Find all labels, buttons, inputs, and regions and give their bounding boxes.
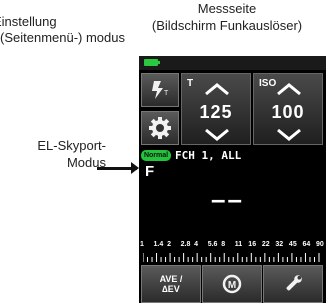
iso-label: ISO: [259, 78, 277, 89]
caption-top-line1: Einstellung: [0, 14, 57, 29]
iso-control[interactable]: ISO 100: [253, 73, 323, 145]
settings-button[interactable]: [141, 111, 179, 145]
shutter-speed-value: 125: [199, 102, 233, 122]
tools-button[interactable]: [263, 265, 323, 303]
caption-skyport-mode: EL-Skyport- Modus: [10, 137, 106, 171]
caption-top-line2: (Seitenmenü-) modus an.: [0, 30, 126, 45]
delta-ev-label: ∆EV: [162, 284, 180, 294]
aperture-scale-label: 90: [316, 241, 324, 248]
wrench-icon: [286, 275, 302, 291]
aperture-scale-label: 2.8: [180, 241, 191, 248]
status-bar: [139, 56, 326, 70]
meter-screen: T T 125 ISO 100 Normal FCH 1, ALL F –– 1…: [139, 56, 326, 303]
aperture-scale-label: 4: [194, 241, 199, 248]
aperture-scale-label: 16: [248, 241, 257, 248]
svg-text:M: M: [228, 280, 236, 291]
aperture-scale-labels: 1 1.4 2 2.8 4 5.6 8 11 16 22 32 45 64 90: [139, 241, 326, 251]
aperture-scale-label: 5.6: [207, 241, 218, 248]
aperture-scale-label: 11: [234, 241, 243, 248]
caption-skyport-line2: Modus: [66, 155, 106, 170]
iso-value: 100: [271, 102, 305, 122]
ave-label: AVE /: [159, 274, 183, 284]
aperture-scale-label: 8: [221, 241, 226, 248]
aperture-scale-label: 32: [275, 241, 284, 248]
caption-skyport-line1: EL-Skyport-: [37, 138, 106, 153]
svg-text:T: T: [164, 90, 169, 97]
channel-mode-label: FCH 1, ALL: [175, 149, 242, 162]
gear-icon: [149, 117, 171, 139]
caption-measure-page-title: Messseite: [197, 1, 257, 16]
aperture-scale-label: 1: [140, 241, 144, 248]
radio-trigger-button[interactable]: T: [141, 73, 179, 107]
aperture-scale-label: 64: [302, 241, 311, 248]
increase-shutter-icon[interactable]: [204, 82, 230, 96]
decrease-iso-icon[interactable]: [276, 128, 302, 142]
shutter-speed-control[interactable]: T 125: [181, 73, 251, 145]
shutter-speed-label: T: [187, 78, 194, 89]
aperture-scale-label: 22: [261, 241, 270, 248]
mode-badge: Normal: [141, 150, 171, 161]
memory-button[interactable]: M: [202, 265, 262, 303]
increase-iso-icon[interactable]: [276, 82, 302, 96]
decrease-shutter-icon[interactable]: [204, 128, 230, 142]
aperture-reading: ––: [211, 184, 244, 214]
memory-icon: M: [222, 274, 242, 294]
battery-icon: [144, 59, 160, 66]
aperture-scale-ticks: [143, 253, 320, 262]
radio-trigger-icon: T: [152, 81, 169, 99]
pointer-arrow: [97, 162, 139, 174]
caption-measure-page: Messseite (Bildschirm Funkauslöser): [128, 0, 326, 34]
ave-ev-button[interactable]: AVE / ∆EV: [141, 265, 201, 303]
caption-measure-page-subtitle: (Bildschirm Funkauslöser): [151, 18, 303, 33]
measurement-mode-letter: F: [145, 163, 155, 180]
aperture-scale-label: 1.4: [153, 241, 164, 248]
aperture-scale-label: 2: [167, 241, 171, 248]
aperture-scale-label: 45: [288, 241, 297, 248]
